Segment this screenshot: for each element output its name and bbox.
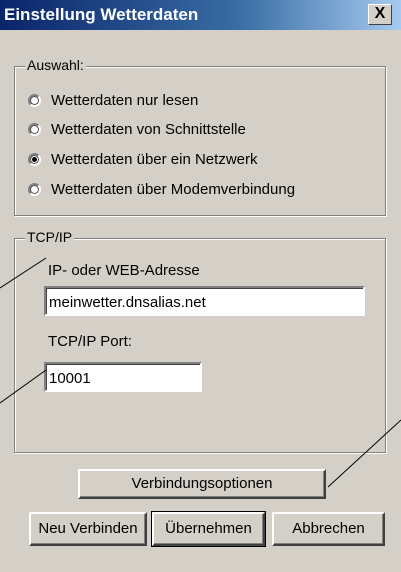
pointer-line-verbindungsoptionen	[327, 419, 401, 488]
annotation-pointer-lines	[0, 257, 401, 488]
pointer-line-address	[0, 257, 47, 289]
pointer-line-port	[0, 369, 47, 404]
settings-dialog: Einstellung Wetterdaten X Auswahl: Wette…	[0, 0, 401, 572]
